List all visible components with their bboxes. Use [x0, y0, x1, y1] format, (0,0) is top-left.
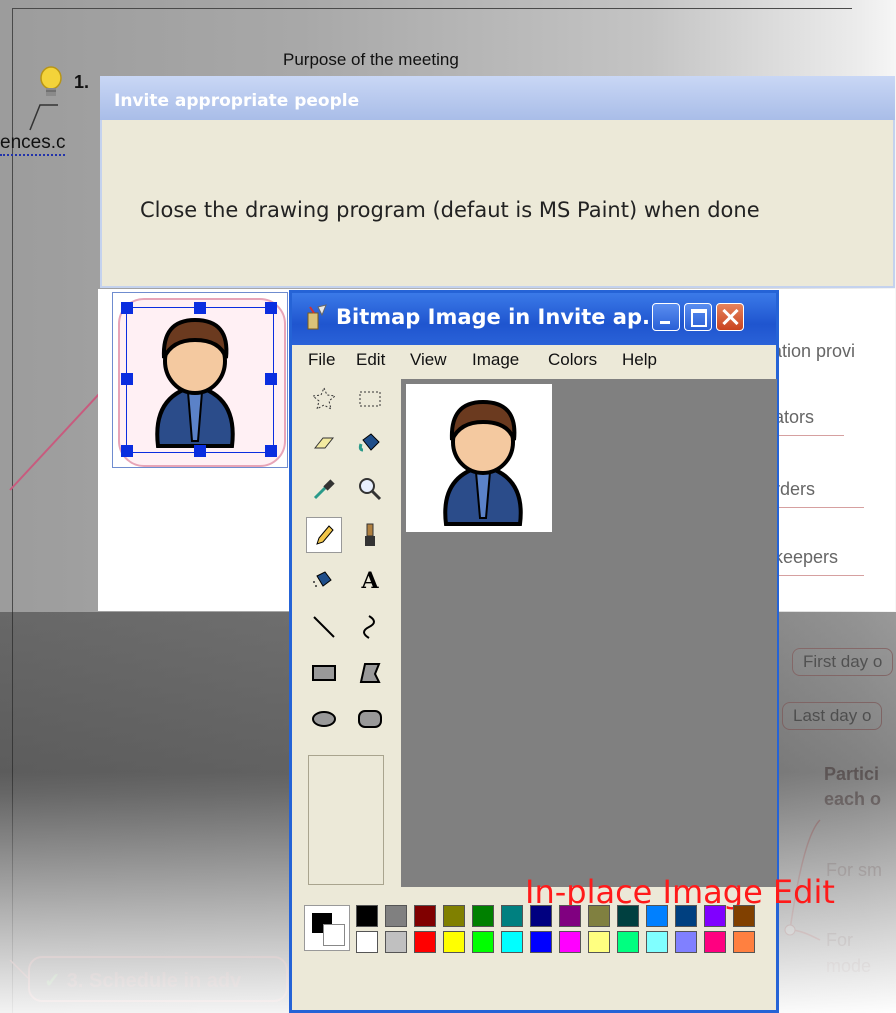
color-swatch[interactable] — [385, 931, 407, 953]
color-swatch[interactable] — [704, 905, 726, 927]
current-colors[interactable] — [304, 905, 350, 951]
color-swatch[interactable] — [472, 905, 494, 927]
resize-handle[interactable] — [194, 302, 206, 314]
color-swatch[interactable] — [733, 931, 755, 953]
moder-label: mode — [826, 956, 872, 976]
paint-drawing-area: In-place Image Edit — [401, 379, 835, 911]
resize-handle[interactable] — [265, 445, 277, 457]
paint-title: Bitmap Image in Invite ap... — [336, 305, 666, 329]
person-icon — [443, 399, 523, 526]
rectangle-icon[interactable] — [306, 655, 342, 691]
pencil-icon[interactable] — [306, 517, 342, 553]
color-swatch[interactable] — [472, 931, 494, 953]
rect-select-icon[interactable] — [352, 381, 388, 417]
menu-help[interactable]: Help — [622, 350, 657, 370]
color-swatch[interactable] — [443, 905, 465, 927]
color-swatch[interactable] — [646, 931, 668, 953]
color-swatch[interactable] — [733, 905, 755, 927]
color-swatch[interactable] — [646, 905, 668, 927]
fill-icon[interactable] — [352, 425, 388, 461]
tool-box: A — [302, 379, 400, 887]
color-swatch[interactable] — [617, 905, 639, 927]
color-swatch[interactable] — [530, 931, 552, 953]
paint-titlebar[interactable]: Bitmap Image in Invite ap... — [292, 293, 776, 345]
invite-notification-window: Invite appropriate people Close the draw… — [100, 76, 895, 288]
menu-view[interactable]: View — [410, 350, 447, 370]
color-swatch[interactable] — [443, 931, 465, 953]
rounded-rect-icon[interactable] — [352, 701, 388, 737]
color-swatch[interactable] — [588, 905, 610, 927]
color-swatch[interactable] — [675, 905, 697, 927]
polygon-icon[interactable] — [352, 655, 388, 691]
paint-canvas[interactable] — [406, 384, 552, 532]
branch-underline — [774, 507, 864, 508]
paint-app-icon — [307, 304, 327, 330]
checkmark-icon: ✓ — [44, 970, 61, 992]
branch-rders[interactable]: rders — [774, 479, 815, 500]
color-swatch[interactable] — [501, 931, 523, 953]
color-palette — [298, 899, 768, 999]
close-button[interactable] — [716, 303, 744, 331]
color-swatch[interactable] — [414, 931, 436, 953]
color-swatch[interactable] — [588, 931, 610, 953]
background-color[interactable] — [323, 924, 345, 946]
resize-handle[interactable] — [121, 373, 133, 385]
first-day-box[interactable]: First day o — [792, 648, 894, 676]
for-label[interactable]: For — [826, 930, 853, 951]
color-swatch[interactable] — [530, 905, 552, 927]
branch-ators[interactable]: ators — [774, 407, 814, 428]
branch-underline — [774, 435, 844, 436]
menu-colors[interactable]: Colors — [548, 350, 597, 370]
paint-window: Bitmap Image in Invite ap... File Edit V… — [289, 290, 835, 1013]
color-swatch[interactable] — [414, 905, 436, 927]
color-swatch[interactable] — [385, 905, 407, 927]
schedule-node[interactable]: ✓ 3. Schedule in adv — [28, 956, 288, 1002]
menu-file[interactable]: File — [308, 350, 335, 370]
partial-node-text[interactable]: ences.c — [0, 132, 66, 156]
menu-edit[interactable]: Edit — [356, 350, 385, 370]
menu-bar: File Edit View Image Colors Help — [292, 345, 776, 375]
text-icon[interactable]: A — [352, 563, 388, 599]
resize-handle[interactable] — [194, 445, 206, 457]
last-day-box[interactable]: Last day o — [782, 702, 883, 730]
minimize-button[interactable] — [652, 303, 680, 331]
color-swatch[interactable] — [617, 931, 639, 953]
eraser-icon[interactable] — [306, 425, 342, 461]
invite-message: Close the drawing program (defaut is MS … — [140, 198, 760, 222]
branch-underline — [774, 575, 864, 576]
color-swatch[interactable] — [559, 931, 581, 953]
branch-keepers[interactable]: keepers — [774, 547, 838, 568]
resize-handle[interactable] — [265, 373, 277, 385]
resize-handle[interactable] — [265, 302, 277, 314]
resize-handle[interactable] — [121, 445, 133, 457]
color-swatch[interactable] — [675, 931, 697, 953]
curve-icon[interactable] — [352, 609, 388, 645]
free-select-icon[interactable] — [306, 381, 342, 417]
magnifier-icon[interactable] — [352, 471, 388, 507]
tool-options-box[interactable] — [308, 755, 384, 885]
participants-label-2: each o — [824, 789, 882, 809]
color-swatch[interactable] — [356, 931, 378, 953]
airbrush-icon[interactable] — [306, 563, 342, 599]
color-swatch[interactable] — [356, 905, 378, 927]
invite-window-title[interactable]: Invite appropriate people — [100, 76, 895, 120]
color-picker-icon[interactable] — [306, 471, 342, 507]
brush-icon[interactable] — [352, 517, 388, 553]
color-swatch[interactable] — [704, 931, 726, 953]
participants-label[interactable]: Partici — [824, 764, 879, 785]
color-swatch[interactable] — [559, 905, 581, 927]
maximize-button[interactable] — [684, 303, 712, 331]
resize-handle[interactable] — [121, 302, 133, 314]
person-icon — [155, 317, 235, 448]
ellipse-icon[interactable] — [306, 701, 342, 737]
branch-information[interactable]: ation provi — [772, 341, 855, 362]
line-icon[interactable] — [306, 609, 342, 645]
menu-image[interactable]: Image — [472, 350, 519, 370]
color-swatch[interactable] — [501, 905, 523, 927]
